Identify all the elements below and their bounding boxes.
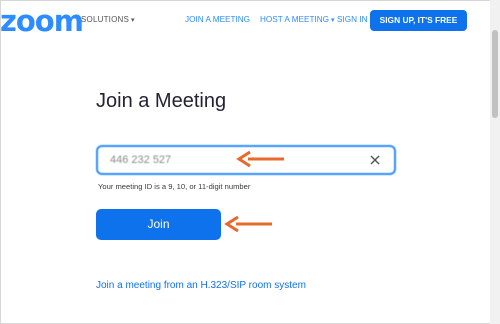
nav-join-meeting[interactable]: JOIN A MEETING: [185, 15, 250, 24]
meeting-id-hint: Your meeting ID is a 9, 10, or 11-digit …: [98, 182, 251, 191]
chevron-down-icon: ▾: [131, 17, 135, 24]
h323-sip-link[interactable]: Join a meeting from an H.323/SIP room sy…: [96, 280, 306, 291]
arrow-left-icon: [236, 150, 284, 168]
zoom-logo[interactable]: zoom: [0, 4, 84, 38]
top-navigation: zoom SOLUTIONS ▾ JOIN A MEETING HOST A ME…: [0, 0, 490, 42]
join-button[interactable]: Join: [96, 209, 221, 240]
nav-host-meeting-label: HOST A MEETING: [260, 15, 330, 24]
nav-sign-in[interactable]: SIGN IN: [337, 15, 367, 24]
arrow-left-icon: [224, 215, 272, 233]
nav-solutions-label: SOLUTIONS: [81, 15, 130, 24]
chevron-down-icon: ▾: [331, 17, 335, 24]
nav-solutions[interactable]: SOLUTIONS ▾: [81, 15, 135, 24]
close-icon[interactable]: [368, 153, 382, 167]
page-title: Join a Meeting: [96, 90, 227, 112]
scrollbar-thumb[interactable]: [492, 30, 498, 118]
nav-host-meeting[interactable]: HOST A MEETING ▾: [260, 15, 335, 24]
scrollbar[interactable]: [490, 0, 500, 324]
sign-up-button[interactable]: SIGN UP, IT'S FREE: [370, 10, 467, 31]
